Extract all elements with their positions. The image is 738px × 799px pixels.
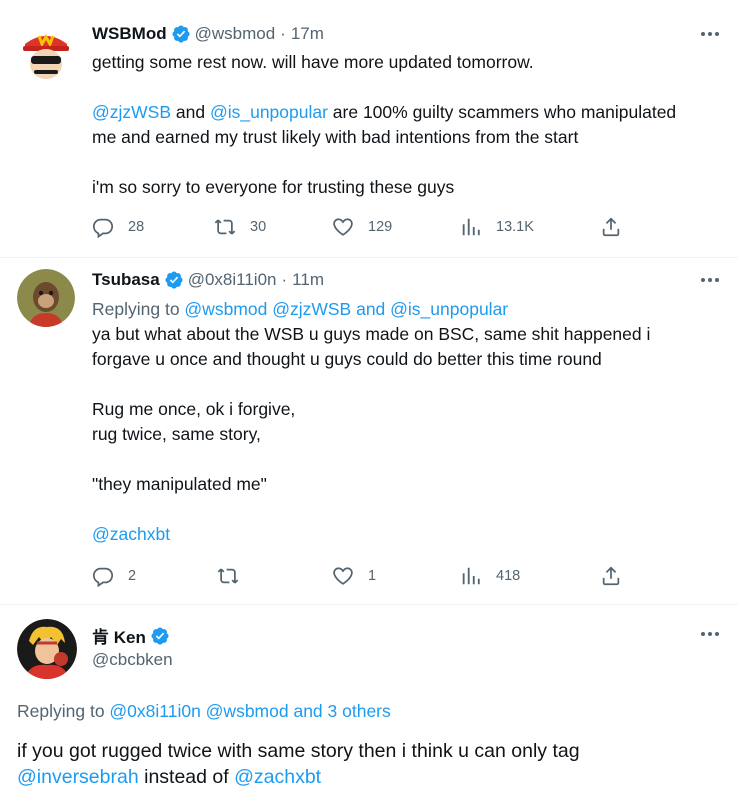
avatar-ken[interactable] bbox=[17, 619, 77, 679]
mention-link[interactable]: @zjzWSB bbox=[92, 102, 171, 122]
retweet-count: 30 bbox=[250, 219, 267, 235]
more-options-icon[interactable] bbox=[698, 624, 722, 644]
like-count: 1 bbox=[368, 568, 377, 584]
author-handle[interactable]: @0x8i11i0n bbox=[188, 270, 277, 290]
more-options-icon[interactable] bbox=[698, 24, 722, 44]
retweet-button[interactable] bbox=[217, 565, 253, 587]
tweet-actions: 28 30 129 13.1K bbox=[92, 216, 632, 240]
tweet-text: getting some rest now. will have more up… bbox=[92, 52, 677, 197]
views-icon bbox=[462, 218, 480, 236]
reply-icon bbox=[92, 567, 114, 587]
heart-icon bbox=[333, 567, 353, 585]
tweet-text: if you got rugged twice with same story … bbox=[17, 740, 580, 788]
views-icon bbox=[462, 567, 480, 585]
avatar-tsubasa[interactable] bbox=[17, 269, 75, 327]
like-button[interactable]: 1 bbox=[332, 565, 376, 587]
tweet-text: Replying to @wsbmod @zjzWSB and @is_unpo… bbox=[92, 297, 732, 547]
share-button[interactable] bbox=[600, 216, 622, 238]
replying-to-links[interactable]: @wsbmod @zjzWSB and @is_unpopular bbox=[184, 299, 508, 319]
retweet-icon bbox=[214, 219, 236, 235]
author-name[interactable]: WSBMod bbox=[92, 24, 167, 44]
author-handle[interactable]: @wsbmod bbox=[195, 24, 276, 44]
more-options-icon[interactable] bbox=[698, 270, 722, 290]
mention-link[interactable]: @inversebrah bbox=[17, 766, 139, 788]
replying-to-links[interactable]: @0x8i11i0n @wsbmod and 3 others bbox=[109, 701, 390, 721]
reply-count: 2 bbox=[128, 568, 137, 584]
like-count: 129 bbox=[368, 219, 393, 235]
share-icon bbox=[602, 566, 620, 586]
replying-to: Replying to @wsbmod @zjzWSB and @is_unpo… bbox=[92, 299, 509, 319]
like-button[interactable]: 129 bbox=[332, 216, 392, 238]
mention-link[interactable]: @is_unpopular bbox=[210, 102, 328, 122]
reply-button[interactable]: 28 bbox=[92, 216, 144, 238]
author-name[interactable]: Tsubasa bbox=[92, 270, 160, 290]
avatar-wsbmod[interactable] bbox=[17, 26, 75, 84]
tweet-ken[interactable]: 肯 Ken @cbcbken Replying to @0x8i11i0n @w… bbox=[0, 605, 738, 799]
verified-badge-icon bbox=[151, 626, 169, 645]
verified-badge-icon bbox=[172, 25, 190, 43]
views-count: 13.1K bbox=[496, 219, 534, 235]
author-name[interactable]: 肯 Ken bbox=[92, 623, 146, 648]
share-button[interactable] bbox=[600, 565, 622, 587]
author-handle[interactable]: @cbcbken bbox=[92, 650, 173, 670]
verified-badge-icon bbox=[165, 271, 183, 289]
timestamp[interactable]: 17m bbox=[291, 24, 324, 44]
replying-to: Replying to @0x8i11i0n @wsbmod and 3 oth… bbox=[17, 701, 391, 721]
views-count: 418 bbox=[496, 568, 521, 584]
reply-button[interactable]: 2 bbox=[92, 565, 136, 587]
retweet-icon bbox=[217, 568, 239, 584]
tweet-wsbmod[interactable]: WSBMod @wsbmod · 17m getting some rest n… bbox=[0, 0, 738, 258]
tweet-actions: 2 1 418 bbox=[92, 565, 632, 589]
mention-link[interactable]: @zachxbt bbox=[92, 524, 170, 544]
retweet-button[interactable]: 30 bbox=[214, 216, 266, 238]
views-button[interactable]: 13.1K bbox=[460, 216, 534, 238]
reply-icon bbox=[92, 218, 114, 238]
share-icon bbox=[602, 217, 620, 237]
heart-icon bbox=[333, 218, 353, 236]
mention-link[interactable]: @zachxbt bbox=[234, 766, 321, 788]
views-button[interactable]: 418 bbox=[460, 565, 520, 587]
tweet-tsubasa[interactable]: Tsubasa @0x8i11i0n · 11m Replying to @ws… bbox=[0, 258, 738, 608]
separator-dot: · bbox=[281, 270, 288, 289]
separator-dot: · bbox=[280, 24, 286, 43]
reply-count: 28 bbox=[128, 219, 145, 235]
timestamp[interactable]: 11m bbox=[292, 270, 324, 290]
